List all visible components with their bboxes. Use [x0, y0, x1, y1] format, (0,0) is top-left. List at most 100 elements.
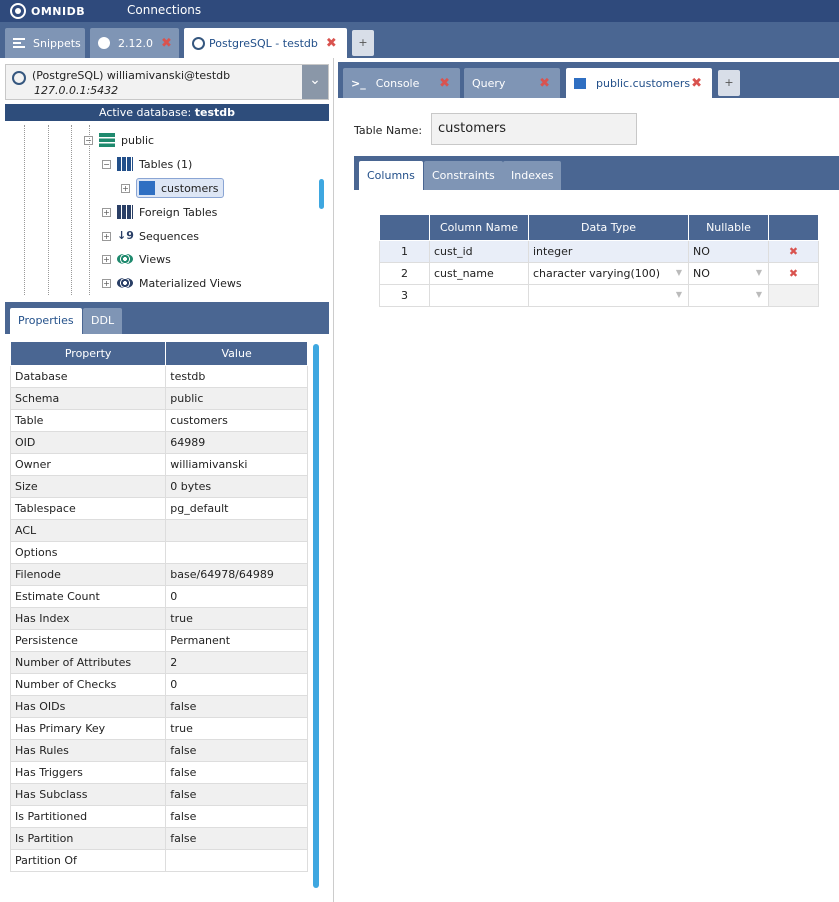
tab-postgresql-testdb[interactable]: PostgreSQL - testdb ✖: [184, 28, 347, 58]
property-row: Has OIDs false: [9, 695, 308, 718]
expand-icon[interactable]: +: [102, 254, 111, 264]
tree-node-foreign-tables[interactable]: + Foreign Tables: [102, 202, 217, 222]
collapse-icon[interactable]: −: [102, 159, 111, 169]
tab-query[interactable]: Query ✖: [464, 68, 560, 98]
tab-version[interactable]: 2.12.0 ✖: [90, 28, 179, 58]
data-type-cell[interactable]: integer: [528, 240, 689, 263]
tab-label: Snippets: [33, 36, 81, 50]
property-name: Is Partition: [9, 827, 167, 850]
tree-node-customers[interactable]: + customers: [121, 178, 224, 198]
tab-properties[interactable]: Properties: [10, 308, 82, 334]
expand-icon[interactable]: +: [102, 231, 111, 241]
add-tab-button[interactable]: +: [718, 70, 740, 96]
nullable-cell[interactable]: ▼: [688, 284, 769, 307]
tab-console[interactable]: >_ Console ✖: [343, 68, 460, 98]
property-name: Estimate Count: [9, 585, 167, 608]
data-type-value: character varying(100): [533, 267, 661, 280]
property-value: customers: [165, 409, 308, 432]
tab-constraints[interactable]: Constraints: [424, 161, 503, 190]
tab-ddl[interactable]: DDL: [83, 308, 123, 334]
property-row: Has Rules false: [9, 739, 308, 762]
property-name: Has Subclass: [9, 783, 167, 806]
layers-icon: [99, 133, 115, 147]
chevron-down-icon[interactable]: ▼: [676, 290, 682, 299]
property-row: Has Subclass false: [9, 783, 308, 806]
properties-scrollbar[interactable]: [313, 344, 319, 888]
delete-row-icon[interactable]: ✖: [768, 240, 819, 263]
property-name: Tablespace: [9, 497, 167, 520]
column-name-cell[interactable]: cust_name: [429, 262, 529, 285]
tab-public-customers[interactable]: public.customers ✖: [566, 68, 712, 98]
eye-icon: [117, 254, 133, 264]
delete-row-icon[interactable]: ✖: [768, 262, 819, 285]
expand-icon[interactable]: +: [121, 183, 130, 193]
tab-columns[interactable]: Columns: [359, 161, 423, 190]
tree-scrollbar[interactable]: [319, 179, 324, 209]
row-number: 2: [379, 262, 430, 285]
table-name-label: Table Name:: [354, 124, 423, 137]
nullable-cell[interactable]: NO ▼: [688, 262, 769, 285]
chevron-down-icon[interactable]: ▼: [756, 290, 762, 299]
column-name-cell[interactable]: cust_id: [429, 240, 529, 263]
postgres-icon: [192, 36, 205, 50]
property-value: 0: [165, 585, 308, 608]
row-number: 3: [379, 284, 430, 307]
postgres-icon: [12, 71, 26, 85]
property-name: Has Triggers: [9, 761, 167, 784]
connection-selector[interactable]: (PostgreSQL) williamivanski@testdb 127.0…: [5, 64, 329, 100]
table-row[interactable]: 2 cust_name character varying(100) ▼ NO ▼ …: [379, 262, 819, 285]
tree-label: Tables (1): [139, 157, 193, 171]
active-db-prefix: Active database:: [98, 106, 192, 119]
close-icon[interactable]: ✖: [326, 36, 337, 51]
tree-node-tables[interactable]: − Tables (1): [102, 154, 192, 174]
data-type-cell[interactable]: character varying(100) ▼: [528, 262, 689, 285]
close-icon[interactable]: ✖: [161, 36, 172, 51]
property-value: 0 bytes: [165, 475, 308, 498]
tree-node-materialized-views[interactable]: + Materialized Views: [102, 273, 242, 293]
property-row: Partition Of: [9, 849, 308, 872]
chevron-down-icon[interactable]: ▼: [676, 268, 682, 277]
expand-icon[interactable]: +: [102, 278, 111, 288]
tree-node-views[interactable]: + Views: [102, 249, 171, 269]
table-row[interactable]: 3 ▼ ▼: [379, 284, 819, 307]
collapse-icon[interactable]: −: [84, 135, 93, 145]
omnidb-logo[interactable]: OMNIDB: [10, 3, 85, 19]
close-icon[interactable]: ✖: [539, 76, 550, 91]
expand-icon[interactable]: +: [102, 207, 111, 217]
tree-node-sequences[interactable]: + ↓9 Sequences: [102, 226, 199, 246]
chevron-down-icon[interactable]: ⌄: [302, 65, 328, 99]
data-type-cell[interactable]: ▼: [528, 284, 689, 307]
nullable-cell[interactable]: NO: [688, 240, 769, 263]
property-value: testdb: [165, 365, 308, 388]
sort-icon: ↓9: [117, 229, 134, 242]
add-tab-button[interactable]: +: [352, 30, 374, 56]
property-name: Schema: [9, 387, 167, 410]
tree-node-public[interactable]: − public: [84, 130, 154, 150]
table-name-input[interactable]: customers: [431, 113, 637, 145]
column-name-cell[interactable]: [429, 284, 529, 307]
tree-label: Foreign Tables: [139, 205, 218, 219]
property-name: OID: [9, 431, 167, 454]
property-name: Number of Checks: [9, 673, 167, 696]
property-value: false: [165, 783, 308, 806]
property-name: Has Rules: [9, 739, 167, 762]
tab-indexes[interactable]: Indexes: [503, 161, 562, 190]
table-row[interactable]: 1 cust_id integer NO ✖: [379, 240, 819, 263]
property-name: Has OIDs: [9, 695, 167, 718]
selected-node[interactable]: customers: [136, 178, 224, 198]
property-value: [165, 849, 308, 872]
list-icon: [13, 38, 25, 48]
tab-label: Query: [472, 76, 506, 90]
close-icon[interactable]: ✖: [691, 76, 702, 91]
column-header: Column Name: [429, 214, 529, 241]
close-icon[interactable]: ✖: [439, 76, 450, 91]
property-value: 0: [165, 673, 308, 696]
property-row: OID 64989: [9, 431, 308, 454]
chevron-down-icon[interactable]: ▼: [756, 268, 762, 277]
table-grid-icon: [117, 157, 133, 171]
object-tree: − public − Tables (1) + customers + Fore…: [5, 125, 329, 295]
property-name: Database: [9, 365, 167, 388]
connections-menu[interactable]: Connections: [127, 3, 201, 17]
terminal-icon: >_: [351, 76, 366, 90]
tab-snippets[interactable]: Snippets: [5, 28, 85, 58]
